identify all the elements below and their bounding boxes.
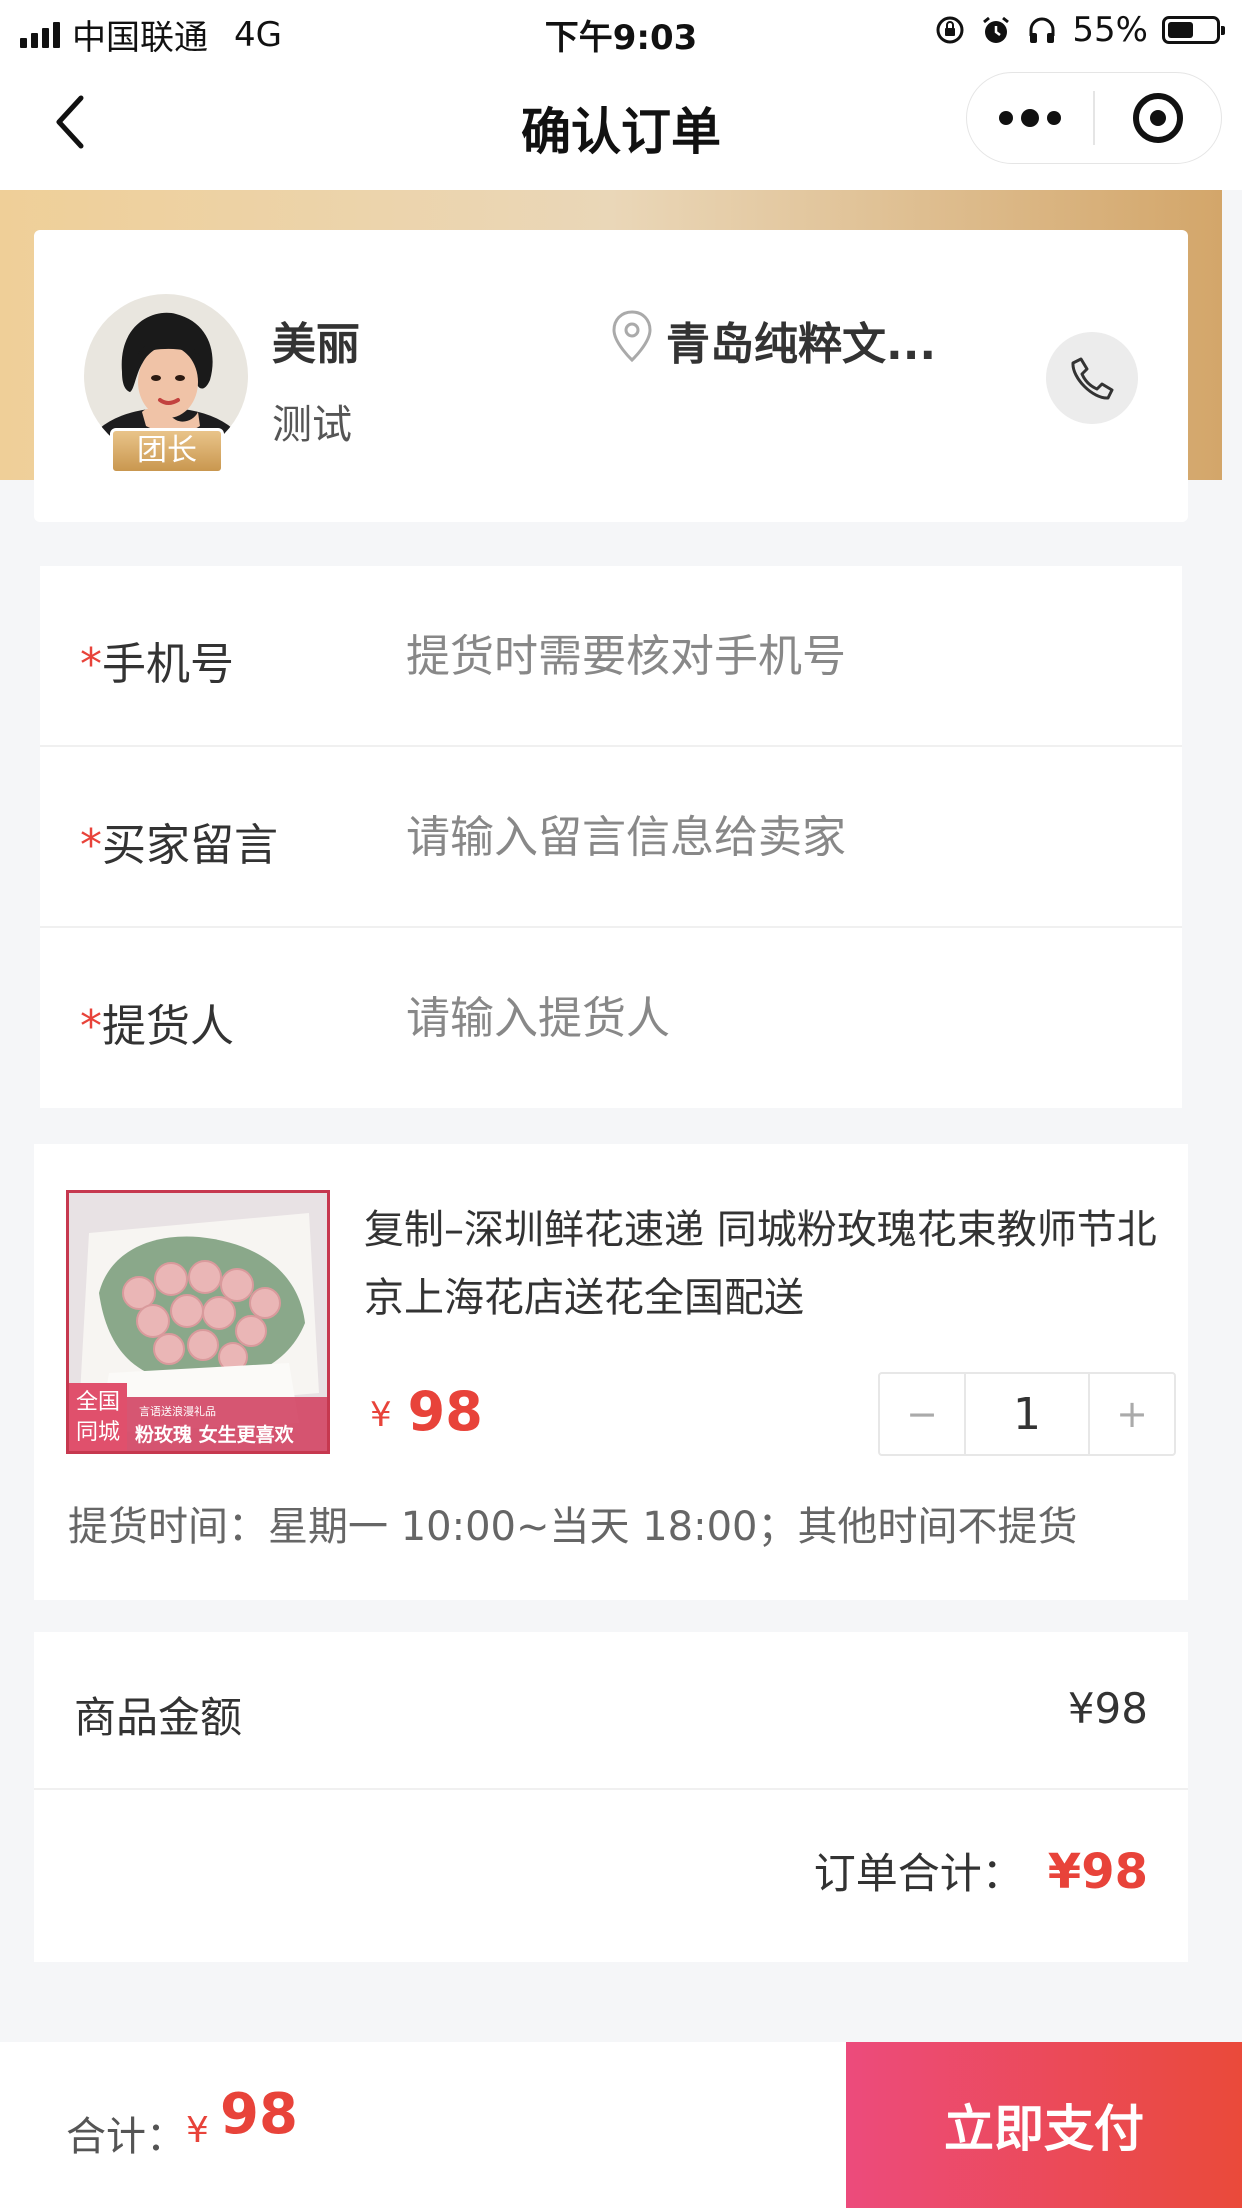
location-pin-icon	[612, 310, 652, 363]
more-dots-icon	[999, 111, 1013, 125]
amount-summary: 商品金额 ¥98 订单合计： ¥98	[34, 1632, 1188, 1962]
order-total-value: ¥98	[1047, 1844, 1148, 1900]
call-leader-button[interactable]	[1046, 332, 1138, 424]
bottom-total-label: 合计：	[66, 2114, 186, 2160]
target-circle-icon	[1132, 93, 1183, 143]
pickup-location[interactable]: 青岛纯粹文...	[666, 308, 936, 372]
required-mark: *	[80, 820, 102, 871]
avatar-container: 团长	[84, 294, 248, 474]
quantity-value[interactable]: 1	[964, 1374, 1090, 1454]
product-title[interactable]: 复制–深圳鲜花速递 同城粉玫瑰花束教师节北京上海花店送花全国配送	[364, 1196, 1164, 1332]
quantity-stepper: − 1 +	[878, 1372, 1176, 1456]
bottom-total-value: 98	[220, 2082, 298, 2147]
more-button[interactable]	[967, 73, 1093, 163]
phone-label: *手机号	[80, 639, 234, 690]
message-input[interactable]	[406, 797, 1146, 877]
goods-amount-row: 商品金额 ¥98	[34, 1632, 1188, 1790]
image-corner-text: 全国	[76, 1390, 120, 1415]
phone-icon	[1071, 357, 1114, 400]
product-image[interactable]: 全国 同城 言语送浪漫礼品 粉玫瑰 女生更喜欢	[66, 1190, 330, 1454]
status-bar: 中国联通 4G 下午9:03 55%	[0, 0, 1242, 62]
leader-badge: 团长	[110, 428, 224, 474]
order-total-label: 订单合计：	[813, 1849, 1024, 1898]
decrease-quantity-button[interactable]: −	[880, 1374, 964, 1454]
goods-amount-value: ¥98	[1067, 1684, 1148, 1733]
nav-bar: 确认订单	[0, 62, 1242, 190]
mini-program-capsule	[966, 72, 1222, 164]
leader-subtitle: 测试	[272, 402, 352, 448]
bottom-currency: ¥	[186, 2110, 209, 2151]
rotation-lock-icon	[936, 16, 964, 44]
svg-text:言语送浪漫礼品: 言语送浪漫礼品	[139, 1404, 216, 1418]
svg-text:粉玫瑰 女生更喜欢: 粉玫瑰 女生更喜欢	[135, 1423, 295, 1446]
headphones-icon	[1029, 17, 1055, 43]
checkout-bar: 合计： ¥ 98 立即支付	[0, 2042, 1242, 2208]
leader-card: 团长 美丽 测试 青岛纯粹文...	[34, 230, 1188, 522]
battery-icon	[1162, 16, 1225, 44]
alarm-icon	[983, 16, 1010, 43]
form-row-pickup-person: *提货人	[40, 928, 1182, 1109]
product-card: 全国 同城 言语送浪漫礼品 粉玫瑰 女生更喜欢 复制–深圳鲜花速递 同城粉玫瑰花…	[34, 1144, 1188, 1600]
form-row-phone: *手机号	[40, 566, 1182, 747]
message-label: *买家留言	[80, 820, 278, 871]
increase-quantity-button[interactable]: +	[1090, 1374, 1174, 1454]
order-form: *手机号 *买家留言 *提货人	[40, 566, 1182, 1108]
pickup-time: 提货时间：星期一 10:00~当天 18:00；其他时间不提货	[68, 1504, 1078, 1550]
pay-now-button[interactable]: 立即支付	[846, 2042, 1242, 2208]
battery-percent: 55%	[1072, 10, 1148, 50]
svg-text:同城: 同城	[76, 1420, 120, 1445]
form-row-message: *买家留言	[40, 747, 1182, 928]
order-total-row: 订单合计： ¥98	[814, 1840, 1148, 1901]
close-button[interactable]	[1095, 73, 1221, 163]
pickup-person-input[interactable]	[406, 978, 1146, 1058]
pickup-person-label: *提货人	[80, 1001, 234, 1052]
goods-amount-label: 商品金额	[74, 1693, 243, 1742]
phone-input[interactable]	[406, 616, 1146, 696]
required-mark: *	[80, 639, 102, 690]
leader-name: 美丽	[272, 319, 360, 370]
product-price: ¥98	[370, 1380, 483, 1443]
required-mark: *	[80, 1001, 102, 1052]
